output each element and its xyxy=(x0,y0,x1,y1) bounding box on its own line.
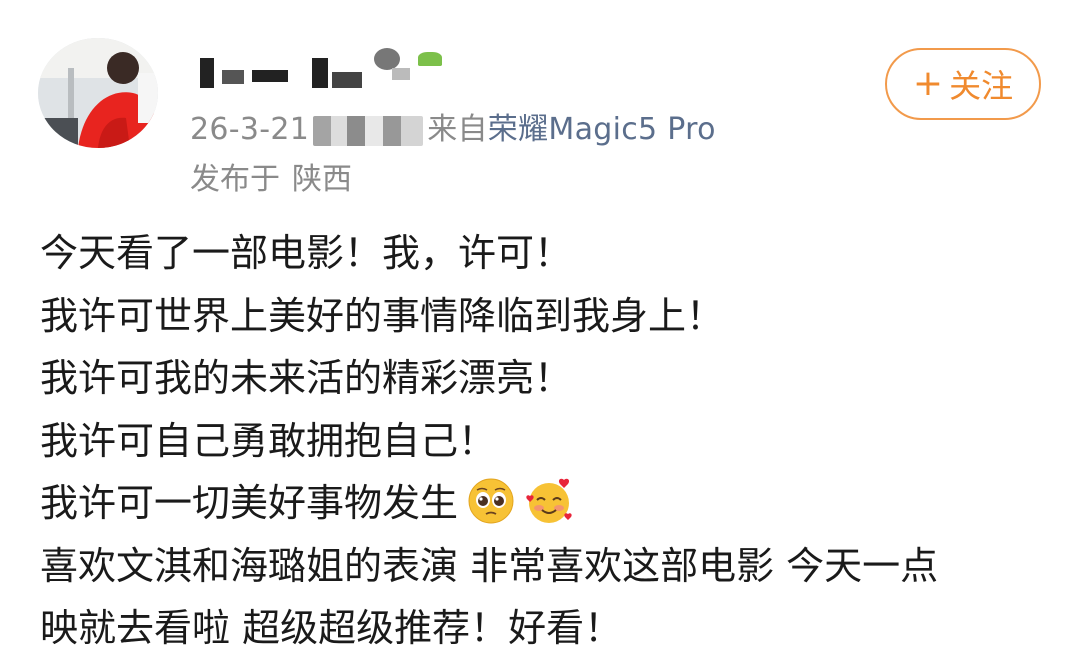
post-line: 今天看了一部电影！我，许可！ xyxy=(40,231,573,275)
weibo-post: 26-3-21 来自荣耀Magic5 Pro 发布于 陕西 + 关注 今天看了一部电… xyxy=(0,0,1080,668)
post-line: 我许可自己勇敢拥抱自己！ xyxy=(40,418,497,463)
username-obscured[interactable] xyxy=(192,46,472,100)
location-prefix: 发布于 xyxy=(190,162,280,197)
plus-icon: + xyxy=(912,63,944,104)
post-line-text: 我许可一切美好事物发生 xyxy=(40,481,459,525)
post-line: 映就去看啦 超级超级推荐！好看！ xyxy=(40,606,623,650)
location: 陕西 xyxy=(292,162,352,197)
location-line: 发布于 陕西 xyxy=(190,154,352,198)
avatar[interactable] xyxy=(38,38,158,148)
timestamp-obscured xyxy=(313,115,424,146)
post-line-with-emoji: 我许可一切美好事物发生 xyxy=(40,472,1050,535)
source-prefix: 来自 xyxy=(427,112,488,147)
follow-button[interactable]: + 关注 xyxy=(885,48,1041,120)
device-link[interactable]: 荣耀Magic5 Pro xyxy=(488,112,716,147)
post-line: 我许可我的未来活的精彩漂亮！ xyxy=(40,356,573,400)
follow-label: 关注 xyxy=(949,67,1014,105)
pleading-face-emoji-icon xyxy=(466,476,516,526)
post-text: 今天看了一部电影！我，许可！ 我许可世界上美好的事情降临到我身上！ 我许可我的未… xyxy=(40,222,1050,660)
timestamp-date: 26-3-21 xyxy=(190,112,310,147)
smiling-face-with-hearts-emoji-icon xyxy=(524,476,574,526)
post-line: 喜欢文淇和海璐姐的表演 非常喜欢这部电影 今天一点 xyxy=(40,543,939,588)
post-line: 我许可世界上美好的事情降临到我身上！ xyxy=(40,293,725,338)
post-meta: 26-3-21 来自荣耀Magic5 Pro xyxy=(190,104,716,148)
